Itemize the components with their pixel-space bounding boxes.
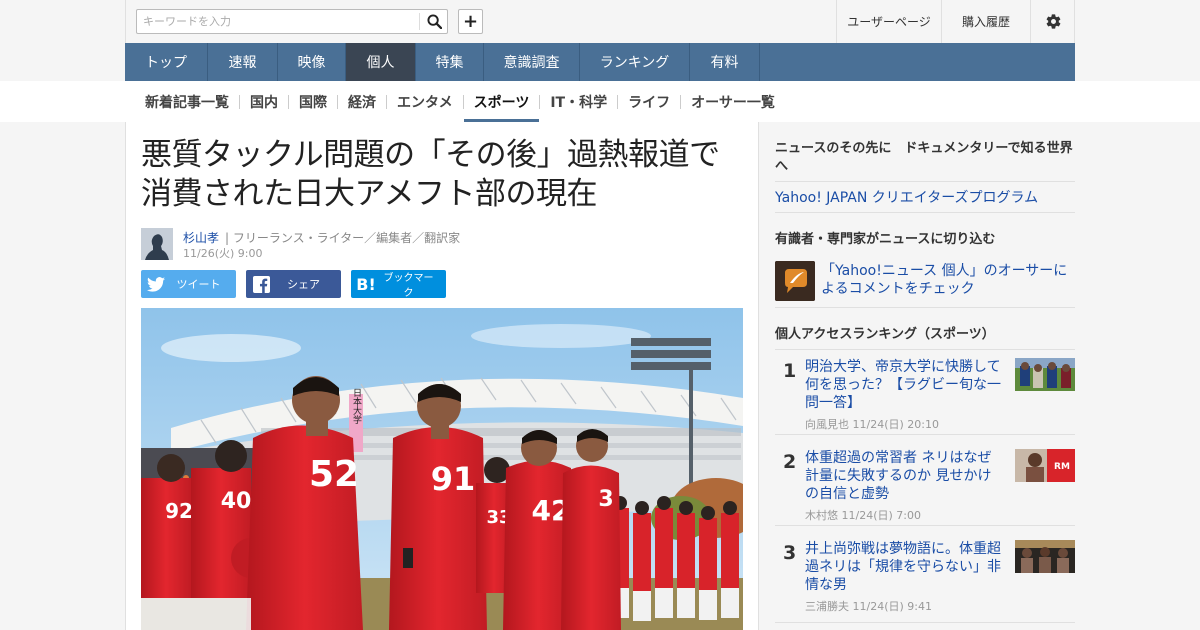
hatena-bookmark-label: ブックマーク (383, 273, 434, 299)
ranking-date: 11/24(日) 9:41 (852, 600, 932, 613)
photo-jersey-number-52: 52 (309, 454, 359, 495)
ranking-meta: 木村悠 11/24(日) 7:00 (805, 507, 921, 523)
divider (775, 307, 1075, 308)
gear-icon (1046, 14, 1060, 29)
article-title-line-2: 消費された日大アメフト部の現在 (141, 176, 597, 212)
expert-heading: 有識者・専門家がニュースに切り込む (775, 232, 996, 247)
search-icon (427, 14, 442, 29)
category-nav-item[interactable]: 経済 (338, 81, 386, 122)
sidebar: ニュースのその先に ドキュメンタリーで知る世界へ Yahoo! JAPAN クリ… (759, 122, 1075, 630)
photo-banner-text: 日本大学 (351, 388, 362, 424)
ranking-thumbnail[interactable] (1015, 540, 1075, 573)
expert-comment-thumbnail[interactable] (775, 261, 815, 301)
ranking-title-link[interactable]: 井上尚弥戦は夢物語に。体重超過ネリは「規律を守らない」非情な男 (805, 540, 1005, 594)
ranking-title-link[interactable]: 明治大学、帝京大学に快勝して何を思った？【ラグビー旬な一問一答】 (805, 358, 1005, 412)
article-date: 11/26(火) 9:00 (183, 247, 263, 260)
global-nav-item[interactable]: 有料 (690, 43, 760, 81)
rank-number: 2 (783, 451, 797, 473)
ranking-item[interactable]: 3 井上尚弥戦は夢物語に。体重超過ネリは「規律を守らない」非情な男 三浦勝夫 1… (775, 540, 1075, 618)
photo-jersey-number-3: 3 (598, 487, 613, 512)
ranking-item[interactable]: 2 体重超過の常習者 ネリはなぜ計量に失敗するのか 見せかけの自信と虚勢 木村悠… (775, 449, 1075, 527)
author-name-link[interactable]: 杉山孝 (183, 229, 219, 246)
ranking-meta: 三浦勝夫 11/24(日) 9:41 (805, 598, 932, 614)
search-button[interactable] (422, 10, 447, 33)
divider (775, 181, 1075, 182)
boxers-faceoff-thumbnail (1015, 540, 1075, 573)
article-title: 悪質タックル問題の「その後」過熱報道で 消費された日大アメフト部の現在 (141, 136, 746, 214)
twitter-bird-icon (141, 276, 171, 292)
creators-program-link[interactable]: Yahoo! JAPAN クリエイターズプログラム (775, 187, 1038, 207)
facebook-share-button[interactable]: シェア (246, 270, 341, 298)
author-silhouette-icon (141, 228, 173, 260)
ranking-date: 11/24(日) 7:00 (841, 509, 921, 522)
ranking-date: 11/24(日) 20:10 (852, 418, 939, 431)
article-main: 悪質タックル問題の「その後」過熱報道で 消費された日大アメフト部の現在 杉山孝 … (125, 122, 759, 630)
ranking-title-link[interactable]: 体重超過の常習者 ネリはなぜ計量に失敗するのか 見せかけの自信と虚勢 (805, 449, 1005, 503)
plus-icon: + (462, 10, 479, 32)
divider (775, 212, 1075, 213)
rank-number: 1 (783, 360, 797, 382)
ranking-item[interactable]: 1 明治大学、帝京大学に快勝して何を思った？【ラグビー旬な一問一答】 向風見也 … (775, 358, 1075, 436)
avatar[interactable] (141, 228, 173, 260)
global-nav-item[interactable]: 意識調査 (484, 43, 580, 81)
search-divider (419, 13, 420, 30)
rank-number: 3 (783, 542, 797, 564)
article-hero-photo: 日本大学 92 40 52 91 33 42 3 (141, 308, 743, 630)
category-nav-item[interactable]: 国際 (289, 81, 337, 122)
boxer-photo-thumbnail: RM (1015, 449, 1075, 482)
quill-comment-icon (775, 261, 815, 301)
category-nav-item[interactable]: スポーツ (463, 81, 540, 122)
global-nav-item[interactable]: 速報 (208, 43, 278, 81)
football-team-photo: 日本大学 92 40 52 91 33 42 3 (141, 308, 743, 630)
rugby-photo-thumbnail (1015, 358, 1075, 391)
expert-comment-link[interactable]: 「Yahoo!ニュース 個人」のオーサーによるコメントをチェック (821, 262, 1075, 298)
global-nav: トップ 速報 映像 個人 特集 意識調査 ランキング 有料 (125, 43, 1075, 81)
ranking-heading: 個人アクセスランキング（スポーツ） (775, 327, 995, 342)
search-box (136, 9, 448, 34)
ranking-thumbnail[interactable] (1015, 358, 1075, 391)
category-nav: 新着記事一覧 国内 国際 経済 エンタメ スポーツ IT・科学 ライフ オーサー一覧 (125, 81, 1075, 122)
facebook-share-label: シェア (287, 278, 320, 291)
ranking-thumbnail[interactable]: RM (1015, 449, 1075, 482)
ranking-author: 三浦勝夫 (805, 600, 849, 613)
user-page-link[interactable]: ユーザーページ (836, 0, 941, 43)
svg-text:RM: RM (1054, 462, 1070, 472)
photo-jersey-number-92: 92 (165, 499, 193, 523)
settings-button[interactable] (1030, 0, 1075, 43)
hatena-bookmark-button[interactable]: B! ブックマーク (351, 270, 446, 299)
divider (775, 434, 1075, 435)
global-nav-item[interactable]: 特集 (416, 43, 484, 81)
category-nav-item[interactable]: IT・科学 (540, 81, 617, 122)
category-nav-item[interactable]: エンタメ (387, 81, 463, 122)
global-nav-item[interactable]: 個人 (346, 43, 416, 81)
ranking-meta: 向風見也 11/24(日) 20:10 (805, 416, 939, 432)
hatena-bookmark-icon: B! (356, 274, 376, 294)
search-input[interactable] (137, 10, 419, 33)
category-nav-item[interactable]: 国内 (240, 81, 288, 122)
facebook-icon (246, 275, 276, 293)
divider (775, 349, 1075, 350)
promo-heading: ニュースのその先に ドキュメンタリーで知る世界へ (775, 141, 1073, 174)
category-nav-item[interactable]: オーサー一覧 (681, 81, 785, 122)
author-role: | フリーランス・ライター／編集者／翻訳家 (225, 231, 461, 245)
header-utility-bar: + ユーザーページ 購入履歴 (125, 0, 1075, 43)
global-nav-item[interactable]: 映像 (278, 43, 346, 81)
global-nav-item[interactable]: トップ (125, 43, 208, 81)
tweet-button[interactable]: ツイート (141, 270, 236, 298)
ranking-author: 向風見也 (805, 418, 849, 431)
category-nav-item[interactable]: 新着記事一覧 (135, 81, 239, 122)
divider (775, 622, 1075, 623)
photo-jersey-number-40: 40 (221, 489, 252, 514)
ranking-author: 木村悠 (805, 509, 838, 522)
divider (775, 525, 1075, 526)
purchase-history-link[interactable]: 購入履歴 (941, 0, 1030, 43)
global-nav-item[interactable]: ランキング (580, 43, 690, 81)
tweet-label: ツイート (176, 278, 221, 291)
article-title-line-1: 悪質タックル問題の「その後」過熱報道で (141, 137, 720, 173)
category-nav-item[interactable]: ライフ (618, 81, 680, 122)
photo-jersey-number-91: 91 (431, 460, 476, 498)
add-button[interactable]: + (458, 9, 483, 34)
